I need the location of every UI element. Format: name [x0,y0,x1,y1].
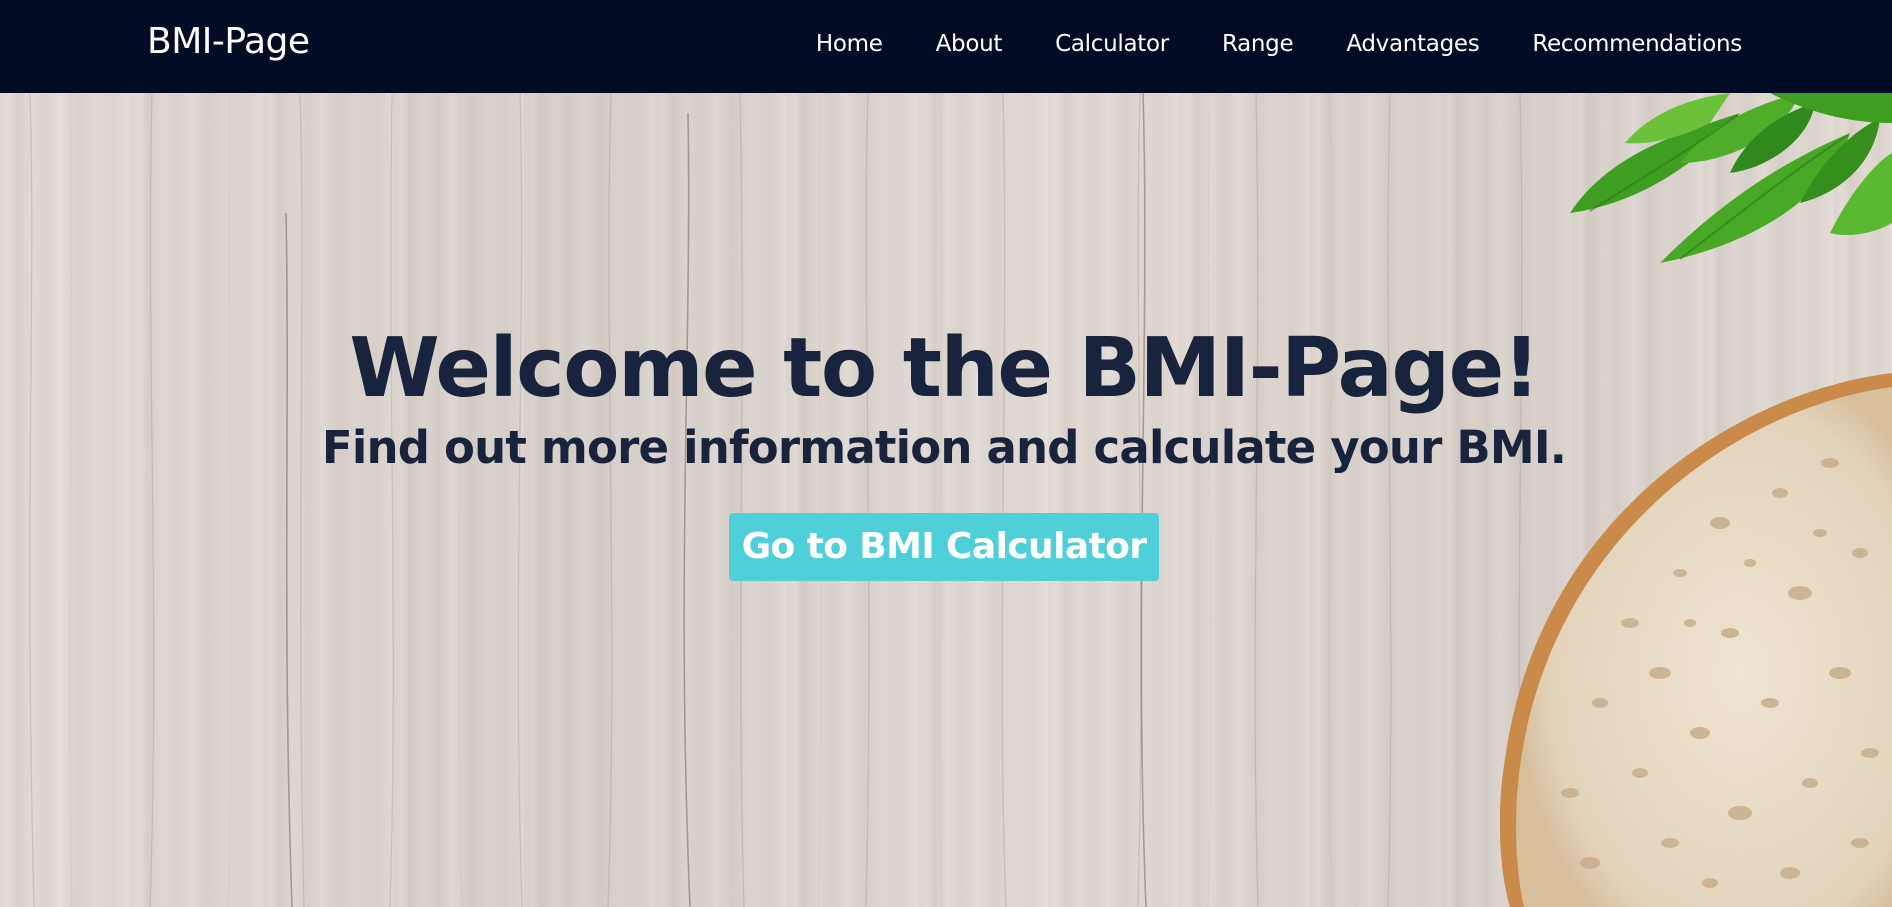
nav-link-recommendations[interactable]: Recommendations [1532,31,1742,57]
nav-link-about[interactable]: About [936,31,1003,57]
nav-link-home[interactable]: Home [816,31,883,57]
go-to-calculator-button[interactable]: Go to BMI Calculator [728,512,1160,581]
hero-content: Welcome to the BMI-Page! Find out more i… [0,323,1888,581]
hero-title: Welcome to the BMI-Page! [349,321,1540,416]
nav-link-range[interactable]: Range [1222,31,1294,57]
nav-link-calculator[interactable]: Calculator [1055,31,1169,57]
hero-subtitle: Find out more information and calculate … [321,420,1567,474]
brand-link[interactable]: BMI-Page [147,21,310,62]
nav-link-advantages[interactable]: Advantages [1346,31,1479,57]
page: BMI-Page Home About Calculator Range Adv… [0,0,1892,907]
navbar: BMI-Page Home About Calculator Range Adv… [0,0,1892,93]
hero-section: Welcome to the BMI-Page! Find out more i… [0,93,1892,907]
nav-links: Home About Calculator Range Advantages R… [763,31,1742,57]
basil-leaves-icon [1570,93,1892,263]
